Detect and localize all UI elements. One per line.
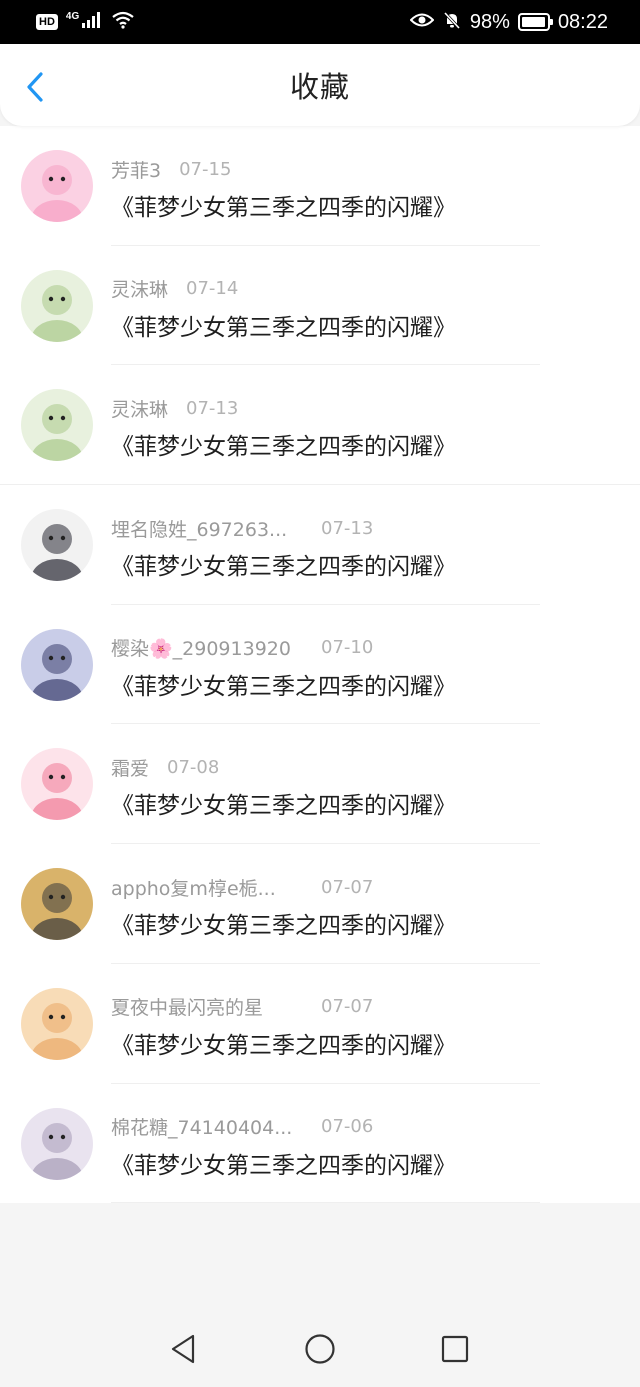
- item-meta: 埋名隐姓_697263... 07-13: [111, 515, 373, 541]
- username[interactable]: 棉花糖_74140404...: [111, 1113, 292, 1140]
- post-date: 07-07: [321, 876, 374, 898]
- eye-icon: [409, 11, 435, 34]
- app-header: 收藏: [0, 44, 640, 126]
- battery-percent: 98%: [469, 10, 510, 33]
- list-item[interactable]: 灵沫琳 07-14 《菲梦少女第三季之四季的闪耀》: [0, 246, 640, 366]
- avatar[interactable]: [21, 389, 93, 462]
- post-date: 07-06: [321, 1116, 374, 1137]
- list-item[interactable]: 芳菲3 07-15 《菲梦少女第三季之四季的闪耀》: [0, 126, 640, 246]
- post-date: 07-07: [321, 996, 374, 1018]
- recents-square-icon: [441, 1335, 469, 1363]
- item-meta: 棉花糖_74140404... 07-06: [111, 1114, 373, 1140]
- username[interactable]: 灵沫琳: [111, 395, 168, 422]
- status-left: HD 4G: [36, 11, 135, 34]
- chevron-left-icon: [27, 72, 43, 102]
- avatar[interactable]: [21, 269, 93, 342]
- post-date: 07-14: [186, 278, 239, 300]
- item-title[interactable]: 《菲梦少女第三季之四季的闪耀》: [111, 427, 456, 461]
- favorites-list: 芳菲3 07-15 《菲梦少女第三季之四季的闪耀》 灵沫琳 07-14 《菲梦少女第三季之…: [0, 126, 640, 1204]
- list-item[interactable]: 樱染🌸_290913920 07-10 《菲梦少女第三季之四季的闪耀》: [0, 605, 640, 725]
- avatar[interactable]: [21, 509, 93, 582]
- item-meta: 夏夜中最闪亮的星 07-07: [111, 994, 373, 1020]
- post-date: 07-10: [321, 637, 374, 659]
- battery-level: [521, 17, 546, 27]
- list-item[interactable]: 灵沫琳 07-13 《菲梦少女第三季之四季的闪耀》: [0, 365, 640, 486]
- status-right: 98% 08:22: [409, 10, 608, 35]
- home-circle-icon: [305, 1334, 335, 1364]
- avatar[interactable]: [21, 868, 93, 941]
- nav-recents-button[interactable]: [433, 1327, 477, 1371]
- wifi-icon: [111, 11, 135, 34]
- item-title[interactable]: 《菲梦少女第三季之四季的闪耀》: [111, 786, 456, 820]
- item-meta: 灵沫琳 07-14: [111, 276, 238, 302]
- post-date: 07-15: [179, 158, 232, 180]
- list-item[interactable]: 棉花糖_74140404... 07-06 《菲梦少女第三季之四季的闪耀》: [0, 1084, 640, 1204]
- avatar[interactable]: [21, 150, 93, 222]
- list-item[interactable]: 霜爱 07-08 《菲梦少女第三季之四季的闪耀》: [0, 724, 640, 845]
- back-triangle-icon: [171, 1334, 195, 1364]
- post-date: 07-13: [186, 397, 239, 419]
- item-meta: 芳菲3 07-15: [111, 156, 231, 182]
- avatar[interactable]: [21, 987, 93, 1060]
- item-title[interactable]: 《菲梦少女第三季之四季的闪耀》: [111, 1146, 456, 1180]
- username[interactable]: 霜爱: [111, 754, 149, 781]
- nav-home-button[interactable]: [298, 1327, 342, 1371]
- item-title[interactable]: 《菲梦少女第三季之四季的闪耀》: [111, 667, 456, 701]
- item-meta: 樱染🌸_290913920 07-10: [111, 635, 373, 661]
- username[interactable]: appho复m椁e栀...: [111, 874, 276, 901]
- avatar[interactable]: [21, 628, 93, 701]
- item-title[interactable]: 《菲梦少女第三季之四季的闪耀》: [111, 1026, 456, 1060]
- item-title[interactable]: 《菲梦少女第三季之四季的闪耀》: [111, 308, 456, 342]
- mute-bell-icon: [442, 10, 462, 35]
- divider: [111, 1202, 540, 1204]
- clock: 08:22: [557, 10, 608, 33]
- nav-back-button[interactable]: [161, 1327, 205, 1371]
- network-type: 4G: [65, 10, 80, 22]
- item-title[interactable]: 《菲梦少女第三季之四季的闪耀》: [111, 547, 456, 581]
- username[interactable]: 埋名隐姓_697263...: [111, 515, 287, 542]
- post-date: 07-13: [321, 517, 374, 539]
- username[interactable]: 芳菲3: [111, 156, 161, 183]
- item-meta: 霜爱 07-08: [111, 754, 219, 780]
- post-date: 07-08: [167, 756, 220, 778]
- item-title[interactable]: 《菲梦少女第三季之四季的闪耀》: [111, 188, 456, 222]
- list-item[interactable]: appho复m椁e栀... 07-07 《菲梦少女第三季之四季的闪耀》: [0, 844, 640, 964]
- list-item[interactable]: 埋名隐姓_697263... 07-13 《菲梦少女第三季之四季的闪耀》: [0, 485, 640, 605]
- battery-icon: [517, 13, 553, 31]
- page-title: 收藏: [289, 70, 350, 104]
- system-nav-bar: [0, 1312, 640, 1387]
- back-button[interactable]: [20, 70, 50, 104]
- list-item[interactable]: 夏夜中最闪亮的星 07-07 《菲梦少女第三季之四季的闪耀》: [0, 964, 640, 1084]
- username[interactable]: 樱染🌸_290913920: [111, 634, 291, 661]
- signal-icon: [81, 11, 103, 34]
- username[interactable]: 灵沫琳: [111, 275, 168, 302]
- hd-badge: HD: [36, 14, 58, 30]
- avatar[interactable]: [21, 1107, 93, 1180]
- item-title[interactable]: 《菲梦少女第三季之四季的闪耀》: [111, 906, 456, 940]
- status-bar: HD 4G 98% 08:22: [0, 0, 640, 44]
- username[interactable]: 夏夜中最闪亮的星: [111, 993, 263, 1020]
- avatar[interactable]: [21, 748, 93, 821]
- item-meta: 灵沫琳 07-13: [111, 395, 238, 421]
- item-meta: appho复m椁e栀... 07-07: [111, 874, 373, 900]
